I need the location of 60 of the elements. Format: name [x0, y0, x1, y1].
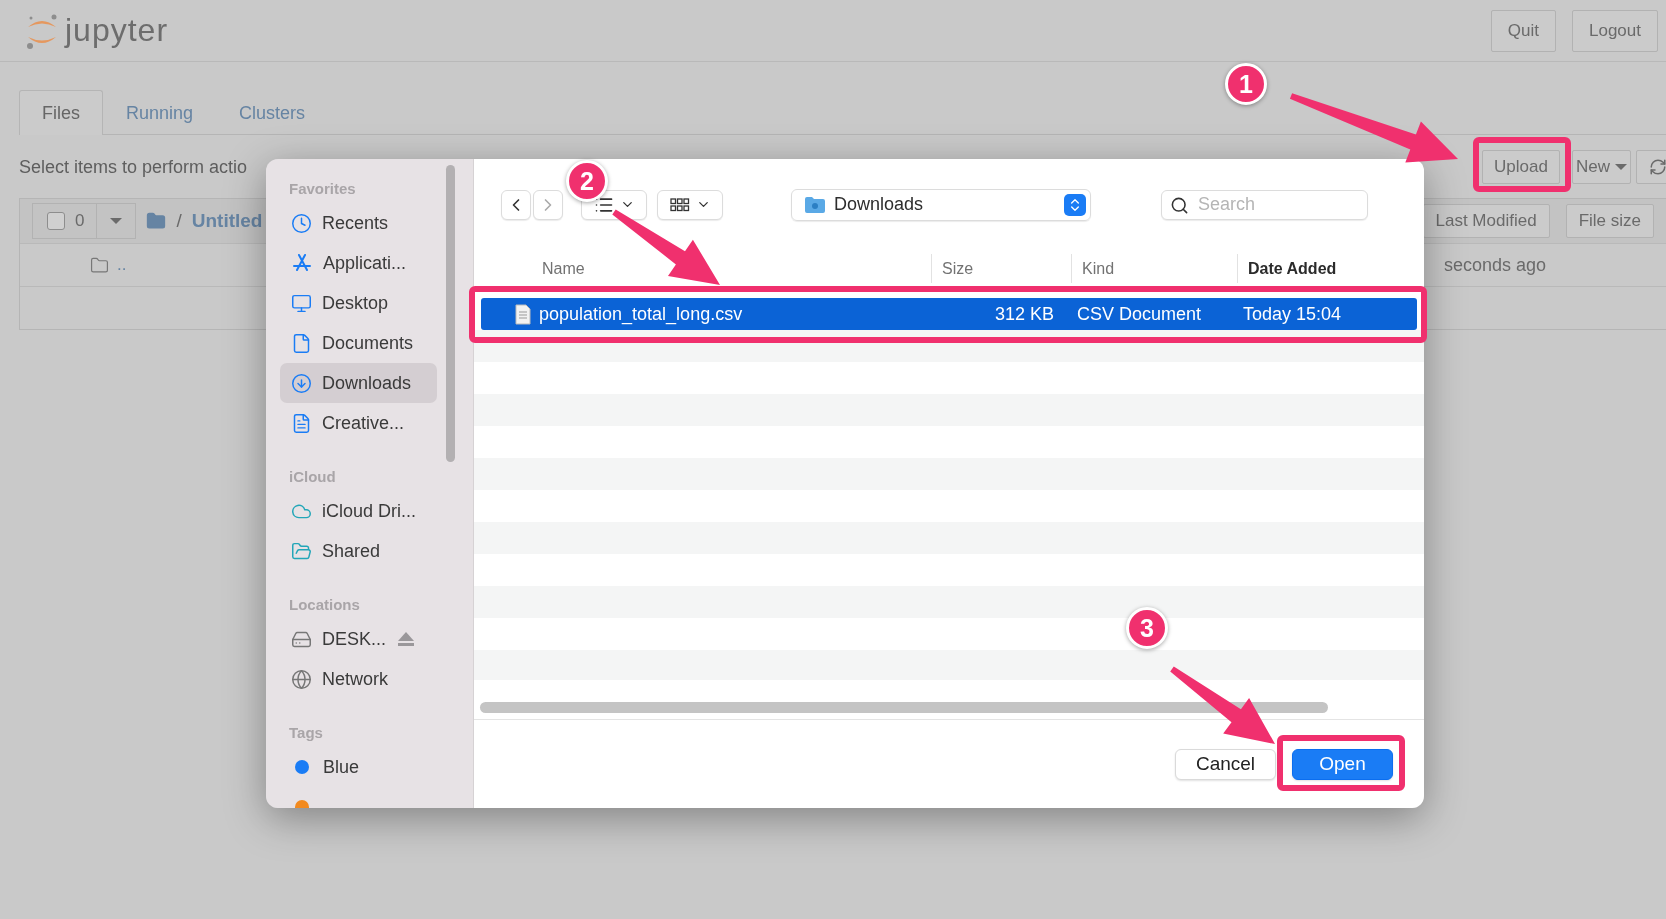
sidebar-item[interactable]: Shared	[280, 531, 437, 571]
header-button[interactable]: Quit	[1490, 9, 1556, 52]
new-button[interactable]: New	[1572, 150, 1631, 184]
document-icon	[291, 332, 312, 354]
sidebar-item[interactable]: DESK...	[280, 619, 437, 659]
sidebar-heading: Tags	[288, 723, 324, 743]
tab[interactable]: Files	[19, 90, 103, 135]
sidebar-item[interactable]: Documents	[280, 323, 437, 363]
folder-icon	[90, 255, 109, 275]
scrollbar[interactable]	[446, 165, 455, 462]
step-number: 1	[1225, 63, 1267, 105]
sidebar-item[interactable]: Recents	[280, 203, 437, 243]
sidebar-heading: Favorites	[288, 179, 357, 199]
sidebar-item[interactable]: Network	[280, 659, 437, 699]
header-button[interactable]: Logout	[1572, 9, 1658, 52]
sidebar-item[interactable]: Applicati...	[280, 243, 437, 283]
column-header[interactable]: Date Added	[1237, 254, 1424, 283]
open-button[interactable]: Open	[1292, 748, 1393, 780]
search-icon	[1170, 195, 1189, 215]
document-icon	[291, 412, 312, 434]
sort-button[interactable]: File size	[1565, 204, 1654, 238]
back-button[interactable]	[501, 189, 531, 220]
select-all-control[interactable]: 0	[32, 203, 137, 239]
scrollbar[interactable]	[480, 702, 1328, 713]
download-icon	[291, 372, 312, 394]
csv-file-icon	[515, 303, 531, 325]
column-header[interactable]: Size	[931, 254, 1071, 283]
upload-button[interactable]: Upload	[1482, 150, 1560, 184]
sidebar-item[interactable]: Downloads	[280, 363, 437, 403]
folder-icon	[804, 195, 826, 214]
clock-icon	[291, 212, 312, 234]
sidebar-item[interactable]: Blue	[280, 747, 437, 787]
caret-icon	[1615, 164, 1627, 170]
caret-icon	[110, 218, 123, 224]
hint-text: Select items to perform actio	[19, 156, 248, 178]
search-field[interactable]: Search	[1161, 189, 1368, 220]
file-row[interactable]: population_total_long.csv 312 KB CSV Document Today 15:04	[481, 298, 1417, 330]
folder-icon	[146, 211, 167, 231]
location-popup[interactable]: Downloads	[791, 188, 1091, 221]
stepper-icon	[1064, 193, 1086, 216]
refresh-icon	[1649, 158, 1666, 176]
sidebar-item[interactable]: iCloud Dri...	[280, 491, 437, 531]
column-header[interactable]: Name	[474, 254, 931, 283]
cancel-button[interactable]: Cancel	[1175, 748, 1276, 780]
globe-icon	[291, 668, 312, 690]
app-store-icon	[291, 252, 313, 274]
sidebar-item[interactable]: Desktop	[280, 283, 437, 323]
sidebar-heading: Locations	[288, 595, 361, 615]
monitor-icon	[291, 292, 312, 314]
sort-button[interactable]: Last Modified	[1422, 204, 1550, 238]
grid-view-button[interactable]	[657, 189, 723, 220]
grid-icon	[669, 197, 690, 212]
sidebar-item[interactable]: Creative...	[280, 403, 437, 443]
logo-text: jupyter	[65, 12, 169, 49]
column-header[interactable]: Kind	[1071, 254, 1237, 283]
path-separator: /	[176, 210, 182, 232]
modified-time: seconds ago	[1444, 254, 1548, 276]
shared-folder-icon	[291, 540, 312, 562]
sidebar-heading: iCloud	[288, 467, 337, 487]
eject-icon[interactable]	[396, 631, 417, 647]
